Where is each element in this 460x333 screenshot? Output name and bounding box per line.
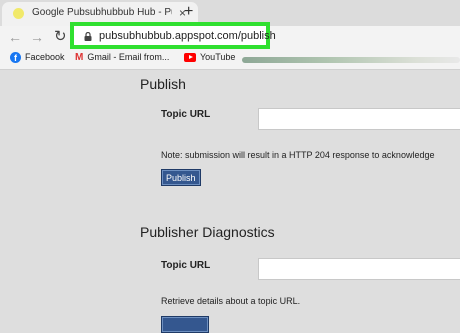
address-bar[interactable]: pubsubhubbub.appspot.com/publish: [70, 22, 276, 49]
publish-topic-label: Topic URL: [161, 109, 211, 120]
publish-topic-input[interactable]: [258, 108, 460, 130]
blurred-bookmarks: [242, 57, 460, 63]
lock-icon: [84, 32, 92, 41]
gmail-icon: M: [75, 52, 84, 64]
diagnostics-heading: Publisher Diagnostics: [140, 224, 275, 240]
facebook-icon: f: [10, 52, 21, 64]
diagnostics-note: Retrieve details about a topic URL.: [161, 296, 301, 306]
publish-heading: Publish: [140, 76, 186, 92]
bookmark-facebook[interactable]: f Facebook: [10, 52, 65, 64]
url-text: pubsubhubbub.appspot.com/publish: [99, 30, 276, 42]
diagnostics-topic-label: Topic URL: [161, 260, 211, 271]
bookmarks-bar: f Facebook M Gmail - Email from... YouTube: [0, 49, 460, 70]
diagnostics-topic-input[interactable]: [258, 258, 460, 280]
back-arrow-icon[interactable]: ←: [8, 29, 22, 45]
forward-arrow-icon[interactable]: →: [30, 29, 44, 45]
bookmark-youtube[interactable]: YouTube: [184, 52, 236, 63]
bookmark-label: Facebook: [25, 52, 65, 62]
publish-note: Note: submission will result in a HTTP 2…: [161, 150, 435, 160]
bookmark-gmail[interactable]: M Gmail - Email from...: [75, 52, 169, 63]
page-content: Publish Topic URL Note: submission will …: [0, 70, 460, 333]
tab-title: Google Pubsubhubbub Hub - Pu: [32, 7, 172, 18]
bookmark-label: YouTube: [200, 52, 236, 62]
reload-icon[interactable]: ↻: [54, 29, 67, 45]
publish-button[interactable]: Publish: [161, 169, 201, 186]
new-tab-button[interactable]: +: [184, 2, 193, 22]
youtube-icon: [184, 53, 196, 63]
site-favicon-icon: [13, 8, 24, 19]
diagnostics-submit-button[interactable]: [161, 316, 209, 333]
bookmark-label: Gmail - Email from...: [87, 52, 170, 62]
